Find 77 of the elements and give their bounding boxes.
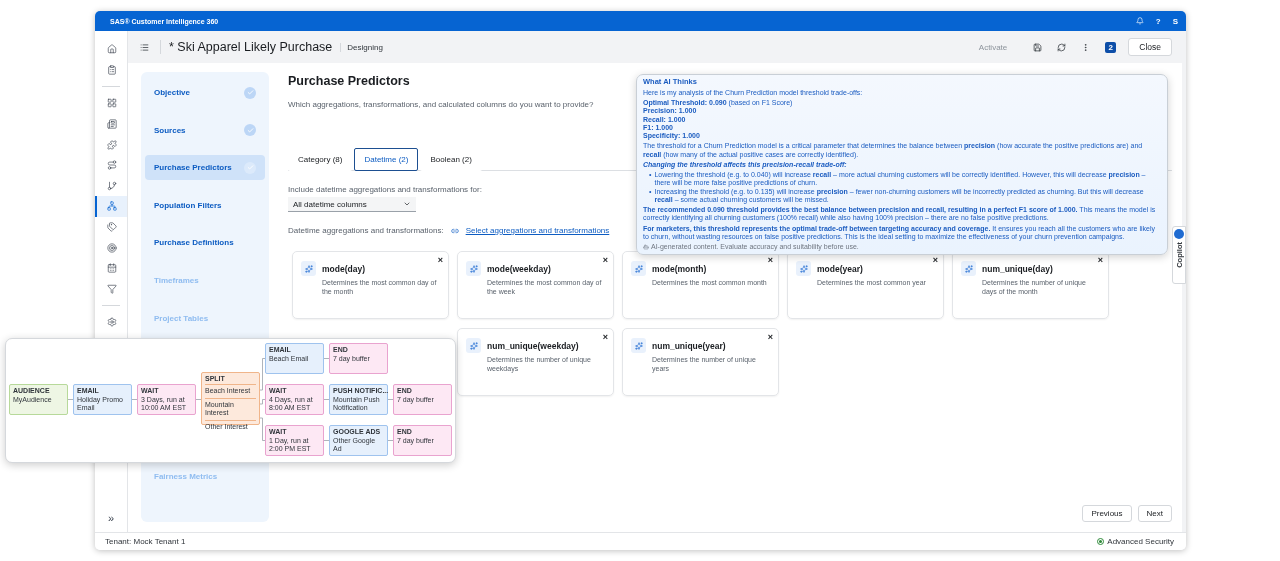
connector-line — [387, 399, 394, 400]
rail-button[interactable] — [95, 196, 127, 217]
transform-icon — [466, 261, 481, 276]
card-title: mode(year) — [817, 264, 864, 274]
connector-line — [259, 358, 266, 391]
card-title: num_unique(day) — [982, 264, 1054, 274]
chevron-down-icon — [403, 200, 411, 208]
connector-line — [323, 358, 330, 359]
connector-line — [259, 417, 266, 441]
next-button[interactable]: Next — [1137, 505, 1172, 522]
tag-icon — [107, 222, 117, 233]
remove-button[interactable]: × — [1097, 255, 1103, 265]
project-status: Designing — [340, 42, 383, 52]
step-item[interactable]: Objective — [145, 80, 265, 105]
remove-button[interactable]: × — [767, 332, 773, 342]
branch-icon — [107, 180, 117, 191]
connector-line — [323, 440, 330, 441]
tenant-label: Tenant: Mock Tenant 1 — [105, 537, 186, 546]
calendar-icon — [107, 263, 117, 274]
puzzle-icon — [107, 139, 117, 150]
connector-line — [131, 399, 138, 400]
refresh-icon[interactable] — [1056, 42, 1066, 52]
connector-line — [67, 399, 74, 400]
clipboard-icon — [107, 64, 117, 75]
tab[interactable]: Datetime (2) — [354, 148, 419, 171]
card-title: num_unique(year) — [652, 341, 727, 351]
previous-button[interactable]: Previous — [1082, 505, 1132, 522]
count-badge[interactable]: 2 — [1105, 41, 1117, 53]
route-icon — [107, 160, 117, 171]
step-item[interactable]: Sources — [145, 117, 265, 143]
transform-icon — [301, 261, 316, 276]
connector-line — [387, 440, 394, 441]
save-icon[interactable] — [1032, 42, 1042, 52]
remove-button[interactable]: × — [767, 255, 773, 265]
grid-icon — [107, 98, 117, 109]
close-button[interactable]: Close — [1128, 38, 1172, 56]
target-icon — [107, 242, 117, 253]
step-item[interactable]: Purchase Definitions — [145, 230, 265, 256]
remove-button[interactable]: × — [932, 255, 938, 265]
remove-button[interactable]: × — [602, 255, 608, 265]
connector-line — [259, 399, 266, 405]
link-icon[interactable] — [450, 226, 459, 235]
security-label: Advanced Security — [1107, 537, 1174, 546]
menu-icon[interactable] — [139, 42, 149, 52]
expand-rail-button[interactable]: » — [107, 512, 115, 524]
newspaper-icon — [107, 119, 117, 130]
connector-line — [323, 399, 330, 400]
transform-icon — [631, 261, 646, 276]
transform-icon — [961, 261, 976, 276]
card-title: mode(month) — [652, 264, 708, 274]
transform-icon — [796, 261, 811, 276]
card-title: num_unique(weekday) — [487, 341, 580, 351]
home-icon — [107, 44, 117, 55]
help-button[interactable]: ? — [1155, 16, 1161, 26]
include-label: Include datetime aggregations and transformations for: — [288, 185, 482, 194]
card-title: mode(weekday) — [487, 264, 552, 274]
select-aggregations-link[interactable]: Select aggregations and transformations — [465, 226, 610, 235]
step-item[interactable]: Purchase Predictors — [145, 155, 265, 181]
page-title: Purchase Predictors — [288, 74, 410, 88]
connector-line — [195, 399, 202, 400]
filter-icon — [107, 283, 117, 294]
page-subtitle: Which aggregations, transformations, and calculated columns do you want to provide? — [288, 100, 594, 109]
transform-icon — [466, 338, 481, 353]
columns-dropdown[interactable]: All datetime columns — [288, 197, 416, 212]
transform-icon — [631, 338, 646, 353]
remove-button[interactable]: × — [602, 332, 608, 342]
network-icon — [107, 201, 117, 212]
step-item[interactable]: Population Filters — [145, 192, 265, 218]
project-title: * Ski Apparel Likely Purchase — [160, 40, 333, 54]
ai-icon — [643, 244, 649, 251]
user-initial[interactable]: S — [1172, 16, 1178, 26]
settings-icon — [107, 317, 117, 328]
copilot-logo-icon — [1174, 229, 1184, 239]
remove-button[interactable]: × — [437, 255, 443, 265]
notifications-icon[interactable] — [1135, 17, 1144, 25]
aggregations-label: Datetime aggregations and transformations: — [288, 226, 444, 235]
card-title: mode(day) — [322, 264, 366, 274]
